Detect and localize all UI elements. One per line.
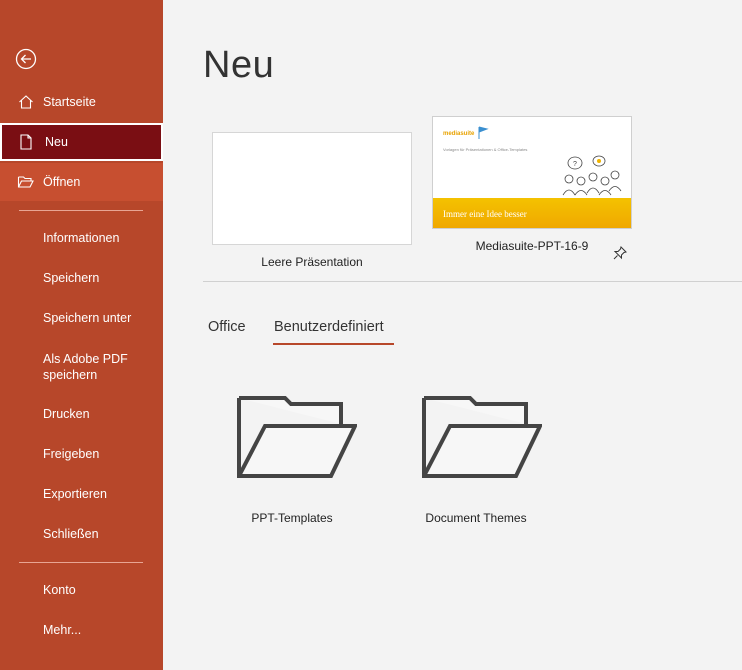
sidebar-item-speichern[interactable]: Speichern: [0, 259, 163, 297]
folder-icon[interactable]: [237, 396, 357, 480]
tab-active-indicator: [273, 343, 394, 345]
home-icon: [19, 95, 33, 109]
folder-icon[interactable]: [422, 396, 542, 480]
tab-office[interactable]: Office: [208, 319, 246, 335]
sidebar-item-informationen[interactable]: Informationen: [0, 219, 163, 257]
sidebar-item-schliessen[interactable]: Schließen: [0, 515, 163, 553]
sidebar-item-label: Drucken: [43, 407, 90, 421]
sidebar-item-mehr[interactable]: Mehr...: [0, 611, 163, 649]
sidebar-item-label: Speichern: [43, 271, 100, 285]
sidebar-item-freigeben[interactable]: Freigeben: [0, 435, 163, 473]
mediasuite-logo: mediasuite: [443, 131, 475, 137]
sidebar-item-label: Exportieren: [43, 487, 107, 501]
sidebar-item-konto[interactable]: Konto: [0, 571, 163, 609]
sidebar-divider: [19, 210, 143, 211]
template-mediasuite-label[interactable]: Mediasuite-PPT-16-9: [432, 239, 632, 253]
template-mediasuite-thumbnail[interactable]: mediasuite Vorlagen für Präsentationen &…: [432, 116, 632, 229]
sidebar-item-label: Startseite: [43, 95, 96, 109]
folder-ppt-templates-label[interactable]: PPT-Templates: [212, 511, 372, 525]
section-divider: [203, 281, 742, 282]
people-illustration-icon: ?: [562, 155, 622, 196]
back-arrow-icon[interactable]: [15, 48, 37, 70]
backstage-sidebar: Startseite Neu Öffnen Informationen Spei…: [0, 0, 163, 670]
thumb-subtitle: Vorlagen für Präsentationen & Office-Tem…: [443, 147, 528, 152]
sidebar-item-neu[interactable]: Neu: [0, 123, 163, 161]
thumb-banner-text: Immer eine Idee besser: [443, 209, 527, 219]
sidebar-item-als-adobe-pdf[interactable]: Als Adobe PDF speichern: [0, 345, 140, 385]
open-folder-icon: [17, 176, 34, 188]
sidebar-item-label: Schließen: [43, 527, 99, 541]
sidebar-item-label: Speichern unter: [43, 311, 132, 325]
logo-flag-icon: [478, 126, 489, 139]
sidebar-item-label: Öffnen: [43, 175, 81, 189]
sidebar-item-label: Freigeben: [43, 447, 100, 461]
pin-icon[interactable]: [612, 245, 628, 261]
sidebar-item-speichern-unter[interactable]: Speichern unter: [0, 299, 163, 337]
sidebar-item-oeffnen[interactable]: Öffnen: [0, 163, 163, 201]
svg-text:?: ?: [573, 161, 577, 168]
template-blank-thumbnail[interactable]: [212, 132, 412, 245]
folder-document-themes-label[interactable]: Document Themes: [396, 511, 556, 525]
template-blank-label[interactable]: Leere Präsentation: [212, 255, 412, 269]
sidebar-item-label: Neu: [45, 135, 68, 149]
new-document-icon: [20, 134, 32, 150]
sidebar-item-exportieren[interactable]: Exportieren: [0, 475, 163, 513]
tab-benutzerdefiniert[interactable]: Benutzerdefiniert: [274, 319, 384, 335]
sidebar-item-label: Konto: [43, 583, 76, 597]
sidebar-item-label: Informationen: [43, 231, 120, 245]
page-title: Neu: [203, 44, 275, 86]
sidebar-divider: [19, 562, 143, 563]
sidebar-item-drucken[interactable]: Drucken: [0, 395, 163, 433]
sidebar-item-label: Mehr...: [43, 623, 82, 637]
main-pane: Neu Leere Präsentation mediasuite Vorlag…: [163, 0, 742, 670]
sidebar-item-label: Als Adobe PDF speichern: [43, 352, 128, 382]
sidebar-item-startseite[interactable]: Startseite: [0, 83, 163, 121]
